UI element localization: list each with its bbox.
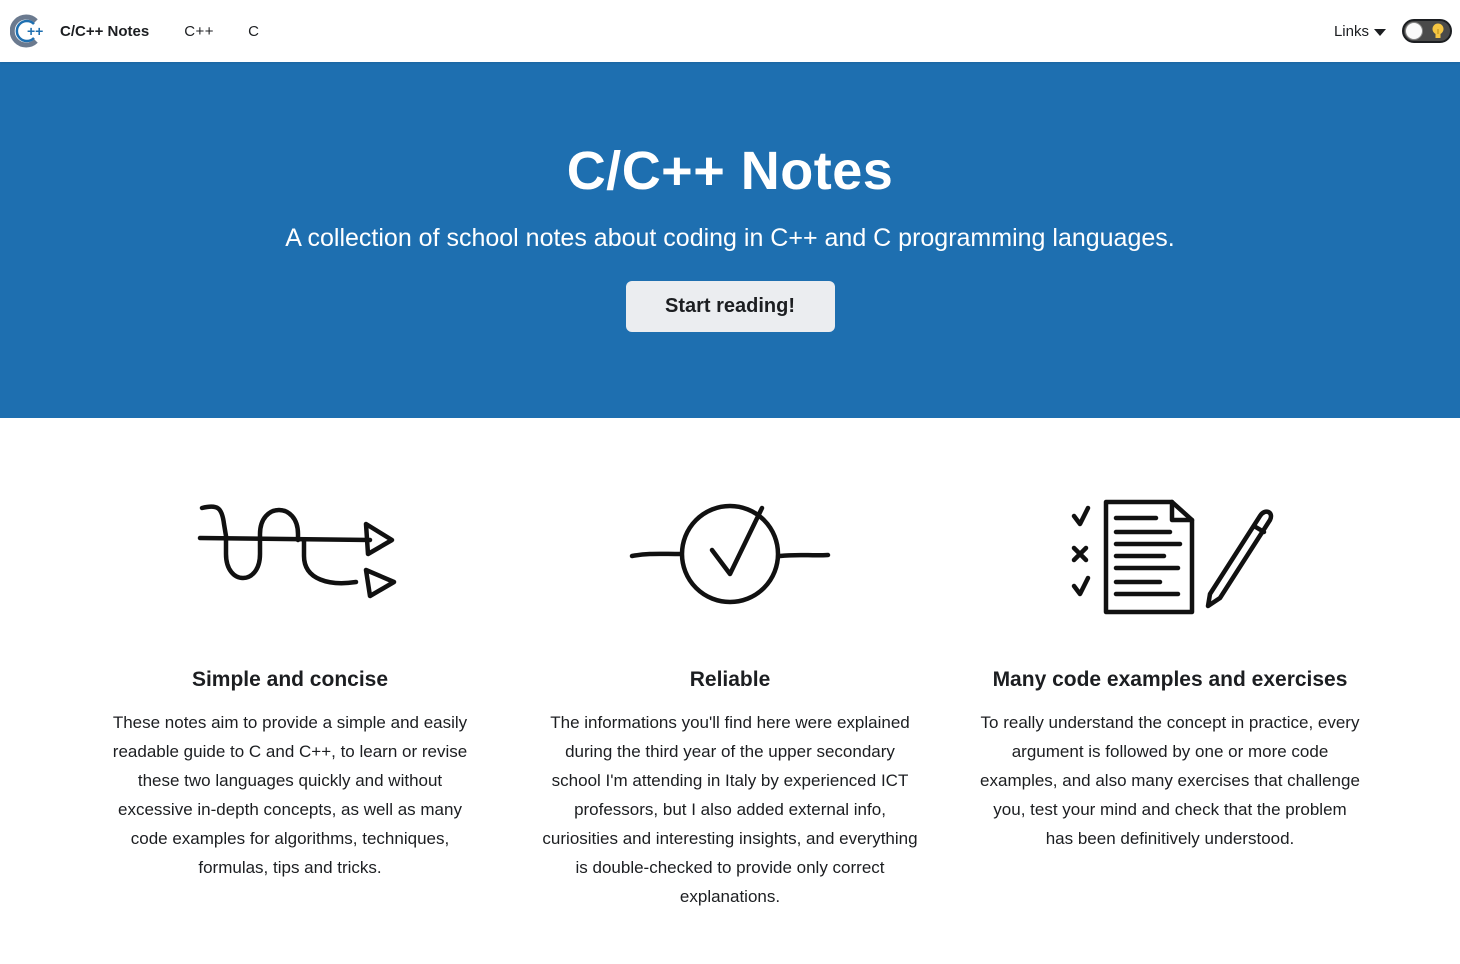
wavy-arrows-icon	[197, 504, 397, 599]
hero-title: C/C++ Notes	[566, 141, 894, 201]
brand-link[interactable]: ++ C/C++ Notes	[10, 13, 184, 49]
checkmark-circle-icon	[629, 503, 831, 605]
feature-text: The informations you'll find here were e…	[542, 713, 918, 906]
toggle-knob	[1405, 22, 1423, 40]
feature-examples: Many code examples and exercises To real…	[950, 494, 1390, 911]
nav-link-c[interactable]: C	[248, 23, 259, 40]
nav-link-cpp[interactable]: C++	[184, 23, 214, 40]
feature-text: These notes aim to provide a simple and …	[112, 713, 468, 877]
feature-text: To really understand the concept in prac…	[980, 713, 1360, 848]
cpp-logo-icon: ++	[10, 14, 43, 48]
checklist-document-pen-icon	[1071, 499, 1274, 615]
feature-reliable: Reliable The informations you'll find he…	[510, 494, 950, 911]
hero-banner: C/C++ Notes A collection of school notes…	[0, 62, 1460, 418]
svg-text:++: ++	[27, 23, 43, 39]
theme-toggle[interactable]	[1402, 19, 1452, 43]
brand-title: C/C++ Notes	[60, 22, 150, 40]
links-dropdown-label: Links	[1333, 22, 1369, 40]
feature-title: Simple and concise	[191, 668, 389, 691]
hero-subtitle: A collection of school notes about codin…	[285, 224, 1175, 252]
feature-title: Many code examples and exercises	[992, 668, 1348, 691]
links-dropdown[interactable]: Links	[1334, 23, 1386, 40]
caret-down-icon	[1374, 28, 1386, 36]
lightbulb-icon	[1432, 23, 1444, 38]
navbar: ++ C/C++ Notes C++ C Links	[0, 0, 1460, 62]
start-reading-button[interactable]: Start reading!	[625, 281, 835, 332]
feature-simple: Simple and concise These notes aim to pr…	[70, 494, 510, 911]
feature-title: Reliable	[689, 668, 771, 691]
features-section: Simple and concise These notes aim to pr…	[0, 418, 1460, 911]
